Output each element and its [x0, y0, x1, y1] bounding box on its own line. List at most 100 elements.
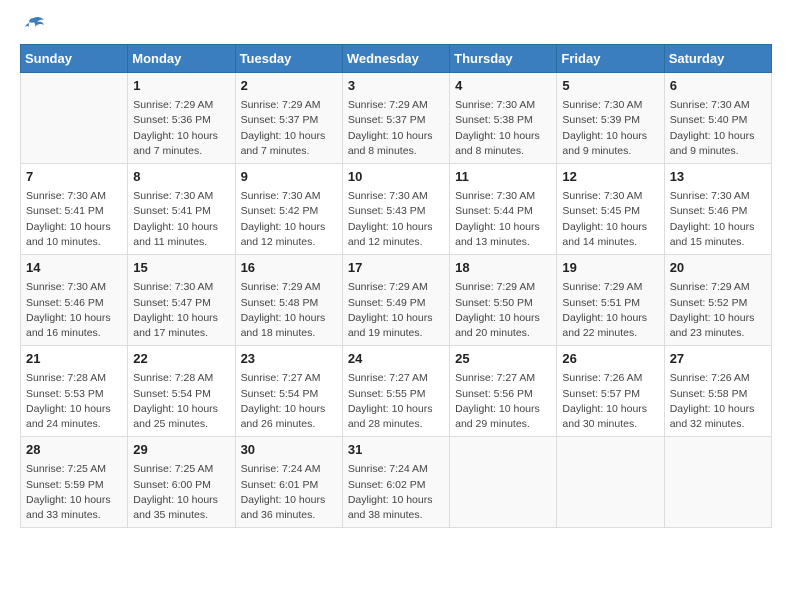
col-sunday: Sunday [21, 45, 128, 73]
day-info: Sunrise: 7:29 AM Sunset: 5:37 PM Dayligh… [241, 98, 337, 159]
calendar-cell: 6 Sunrise: 7:30 AM Sunset: 5:40 PM Daylig… [664, 73, 771, 164]
day-info: Sunrise: 7:30 AM Sunset: 5:41 PM Dayligh… [26, 189, 122, 250]
calendar-cell: 19 Sunrise: 7:29 AM Sunset: 5:51 PM Dayli… [557, 255, 664, 346]
col-saturday: Saturday [664, 45, 771, 73]
day-info: Sunrise: 7:27 AM Sunset: 5:55 PM Dayligh… [348, 371, 444, 432]
day-number: 28 [26, 441, 122, 459]
day-number: 26 [562, 350, 658, 368]
day-info: Sunrise: 7:30 AM Sunset: 5:41 PM Dayligh… [133, 189, 229, 250]
day-number: 15 [133, 259, 229, 277]
week-row-3: 14Sunrise: 7:30 AM Sunset: 5:46 PM Dayli… [21, 255, 772, 346]
calendar-cell: 17Sunrise: 7:29 AM Sunset: 5:49 PM Dayli… [342, 255, 449, 346]
day-info: Sunrise: 7:30 AM Sunset: 5:43 PM Dayligh… [348, 189, 444, 250]
day-number: 3 [348, 77, 444, 95]
calendar-cell: 22 Sunrise: 7:28 AM Sunset: 5:54 PM Dayli… [128, 346, 235, 437]
day-number: 30 [241, 441, 337, 459]
day-info: Sunrise: 7:29 AM Sunset: 5:52 PM Dayligh… [670, 280, 766, 341]
week-row-1: 1 Sunrise: 7:29 AM Sunset: 5:36 PM Daylig… [21, 73, 772, 164]
calendar-cell: 13Sunrise: 7:30 AM Sunset: 5:46 PM Dayli… [664, 164, 771, 255]
day-info: Sunrise: 7:29 AM Sunset: 5:51 PM Dayligh… [562, 280, 658, 341]
calendar-cell: 9 Sunrise: 7:30 AM Sunset: 5:42 PM Daylig… [235, 164, 342, 255]
day-info: Sunrise: 7:29 AM Sunset: 5:48 PM Dayligh… [241, 280, 337, 341]
calendar-cell [450, 437, 557, 528]
day-info: Sunrise: 7:26 AM Sunset: 5:58 PM Dayligh… [670, 371, 766, 432]
calendar-cell: 25 Sunrise: 7:27 AM Sunset: 5:56 PM Dayli… [450, 346, 557, 437]
day-number: 16 [241, 259, 337, 277]
day-number: 13 [670, 168, 766, 186]
calendar-cell [664, 437, 771, 528]
day-number: 20 [670, 259, 766, 277]
day-info: Sunrise: 7:30 AM Sunset: 5:40 PM Dayligh… [670, 98, 766, 159]
day-number: 1 [133, 77, 229, 95]
calendar-cell [21, 73, 128, 164]
week-row-2: 7 Sunrise: 7:30 AM Sunset: 5:41 PM Daylig… [21, 164, 772, 255]
calendar-cell: 31 Sunrise: 7:24 AM Sunset: 6:02 PM Dayli… [342, 437, 449, 528]
calendar-cell: 16 Sunrise: 7:29 AM Sunset: 5:48 PM Dayli… [235, 255, 342, 346]
day-number: 4 [455, 77, 551, 95]
calendar-cell: 29 Sunrise: 7:25 AM Sunset: 6:00 PM Dayli… [128, 437, 235, 528]
day-info: Sunrise: 7:30 AM Sunset: 5:42 PM Dayligh… [241, 189, 337, 250]
day-info: Sunrise: 7:30 AM Sunset: 5:39 PM Dayligh… [562, 98, 658, 159]
calendar-cell: 21Sunrise: 7:28 AM Sunset: 5:53 PM Dayli… [21, 346, 128, 437]
day-info: Sunrise: 7:30 AM Sunset: 5:46 PM Dayligh… [26, 280, 122, 341]
day-info: Sunrise: 7:27 AM Sunset: 5:54 PM Dayligh… [241, 371, 337, 432]
day-number: 18 [455, 259, 551, 277]
day-number: 12 [562, 168, 658, 186]
day-info: Sunrise: 7:25 AM Sunset: 5:59 PM Dayligh… [26, 462, 122, 523]
day-number: 11 [455, 168, 551, 186]
calendar-cell: 1 Sunrise: 7:29 AM Sunset: 5:36 PM Daylig… [128, 73, 235, 164]
day-info: Sunrise: 7:28 AM Sunset: 5:53 PM Dayligh… [26, 371, 122, 432]
day-number: 7 [26, 168, 122, 186]
calendar-cell: 14Sunrise: 7:30 AM Sunset: 5:46 PM Dayli… [21, 255, 128, 346]
calendar-cell: 5 Sunrise: 7:30 AM Sunset: 5:39 PM Daylig… [557, 73, 664, 164]
day-info: Sunrise: 7:30 AM Sunset: 5:47 PM Dayligh… [133, 280, 229, 341]
day-number: 8 [133, 168, 229, 186]
calendar-cell: 18 Sunrise: 7:29 AM Sunset: 5:50 PM Dayli… [450, 255, 557, 346]
col-tuesday: Tuesday [235, 45, 342, 73]
calendar-cell: 11 Sunrise: 7:30 AM Sunset: 5:44 PM Dayli… [450, 164, 557, 255]
day-info: Sunrise: 7:24 AM Sunset: 6:01 PM Dayligh… [241, 462, 337, 523]
calendar-cell: 4 Sunrise: 7:30 AM Sunset: 5:38 PM Daylig… [450, 73, 557, 164]
week-row-4: 21Sunrise: 7:28 AM Sunset: 5:53 PM Dayli… [21, 346, 772, 437]
day-number: 6 [670, 77, 766, 95]
day-number: 2 [241, 77, 337, 95]
calendar-cell: 2 Sunrise: 7:29 AM Sunset: 5:37 PM Daylig… [235, 73, 342, 164]
day-number: 31 [348, 441, 444, 459]
day-info: Sunrise: 7:27 AM Sunset: 5:56 PM Dayligh… [455, 371, 551, 432]
calendar-cell: 20 Sunrise: 7:29 AM Sunset: 5:52 PM Dayli… [664, 255, 771, 346]
calendar-cell: 28 Sunrise: 7:25 AM Sunset: 5:59 PM Dayli… [21, 437, 128, 528]
day-info: Sunrise: 7:30 AM Sunset: 5:44 PM Dayligh… [455, 189, 551, 250]
header [20, 16, 772, 34]
calendar-cell: 10 Sunrise: 7:30 AM Sunset: 5:43 PM Dayli… [342, 164, 449, 255]
calendar-cell: 3 Sunrise: 7:29 AM Sunset: 5:37 PM Daylig… [342, 73, 449, 164]
day-info: Sunrise: 7:28 AM Sunset: 5:54 PM Dayligh… [133, 371, 229, 432]
day-number: 27 [670, 350, 766, 368]
day-info: Sunrise: 7:29 AM Sunset: 5:36 PM Dayligh… [133, 98, 229, 159]
calendar-cell: 12Sunrise: 7:30 AM Sunset: 5:45 PM Dayli… [557, 164, 664, 255]
day-number: 19 [562, 259, 658, 277]
calendar-cell: 26Sunrise: 7:26 AM Sunset: 5:57 PM Dayli… [557, 346, 664, 437]
day-number: 25 [455, 350, 551, 368]
day-number: 29 [133, 441, 229, 459]
day-number: 24 [348, 350, 444, 368]
day-info: Sunrise: 7:24 AM Sunset: 6:02 PM Dayligh… [348, 462, 444, 523]
week-row-5: 28 Sunrise: 7:25 AM Sunset: 5:59 PM Dayli… [21, 437, 772, 528]
calendar-cell [557, 437, 664, 528]
day-info: Sunrise: 7:29 AM Sunset: 5:50 PM Dayligh… [455, 280, 551, 341]
calendar-cell: 7 Sunrise: 7:30 AM Sunset: 5:41 PM Daylig… [21, 164, 128, 255]
calendar-cell: 8 Sunrise: 7:30 AM Sunset: 5:41 PM Daylig… [128, 164, 235, 255]
day-number: 9 [241, 168, 337, 186]
col-monday: Monday [128, 45, 235, 73]
col-thursday: Thursday [450, 45, 557, 73]
day-info: Sunrise: 7:29 AM Sunset: 5:37 PM Dayligh… [348, 98, 444, 159]
day-info: Sunrise: 7:25 AM Sunset: 6:00 PM Dayligh… [133, 462, 229, 523]
day-number: 10 [348, 168, 444, 186]
calendar-table: Sunday Monday Tuesday Wednesday Thursday… [20, 44, 772, 528]
calendar-cell: 27 Sunrise: 7:26 AM Sunset: 5:58 PM Dayli… [664, 346, 771, 437]
day-number: 5 [562, 77, 658, 95]
day-info: Sunrise: 7:30 AM Sunset: 5:38 PM Dayligh… [455, 98, 551, 159]
calendar-cell: 30 Sunrise: 7:24 AM Sunset: 6:01 PM Dayli… [235, 437, 342, 528]
header-row: Sunday Monday Tuesday Wednesday Thursday… [21, 45, 772, 73]
day-number: 22 [133, 350, 229, 368]
logo-bird-icon [22, 16, 46, 34]
